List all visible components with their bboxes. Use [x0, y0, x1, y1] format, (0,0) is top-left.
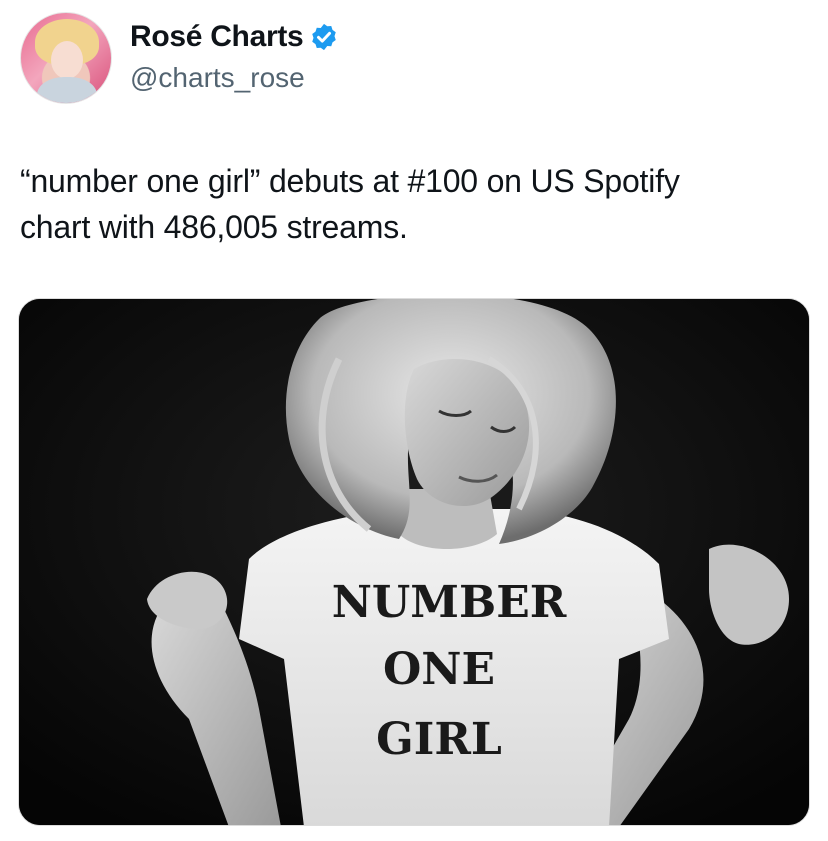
author-info: Rosé Charts @charts_rose — [130, 18, 339, 94]
tweet-text-line-2: chart with 486,005 streams. — [20, 209, 408, 245]
avatar-body — [37, 77, 97, 103]
photo-illustration: NUMBER ONE GIRL — [19, 299, 809, 825]
tweet-photo[interactable]: NUMBER ONE GIRL — [18, 298, 810, 826]
avatar-face — [51, 41, 83, 79]
avatar[interactable] — [20, 12, 112, 104]
shirt-line-3: GIRL — [376, 714, 502, 765]
shirt-line-2: ONE — [383, 644, 495, 695]
verified-badge-icon[interactable] — [309, 22, 339, 52]
display-name[interactable]: Rosé Charts — [130, 20, 304, 54]
shirt-line-1: NUMBER — [332, 577, 567, 628]
tweet-text-line-1: “number one girl” debuts at #100 on US S… — [20, 163, 680, 199]
author-handle[interactable]: @charts_rose — [130, 62, 339, 94]
tweet-card[interactable]: Rosé Charts @charts_rose “number one gir… — [0, 0, 828, 841]
tweet-text: “number one girl” debuts at #100 on US S… — [20, 158, 810, 250]
display-name-row: Rosé Charts — [130, 18, 339, 56]
